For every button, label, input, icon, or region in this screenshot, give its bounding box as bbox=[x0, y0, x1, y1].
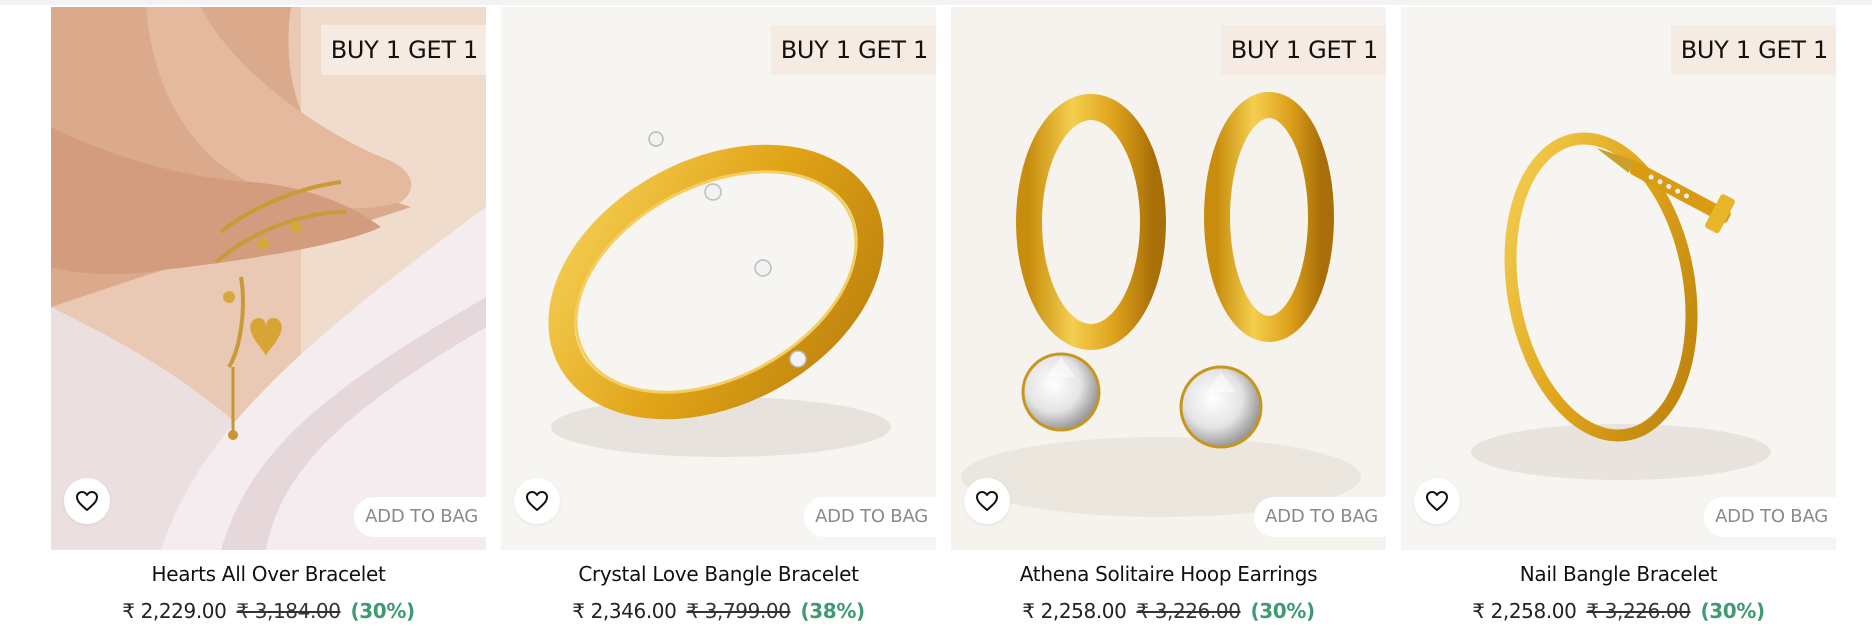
sale-price: ₹ 2,229.00 bbox=[122, 599, 227, 623]
product-image-hearts-bracelet[interactable]: BUY 1 GET 1 ADD TO BAG bbox=[51, 7, 486, 550]
discount-percent: (30%) bbox=[1700, 599, 1766, 623]
add-to-bag-button[interactable]: ADD TO BAG bbox=[1254, 497, 1386, 537]
discount-percent: (30%) bbox=[350, 599, 416, 623]
original-price: ₹ 3,226.00 bbox=[1586, 599, 1691, 623]
heart-outline-icon bbox=[976, 491, 998, 511]
product-grid: BUY 1 GET 1 ADD TO BAG Hearts All Over B… bbox=[51, 7, 1836, 623]
product-name[interactable]: Athena Solitaire Hoop Earrings bbox=[951, 562, 1386, 586]
price-row: ₹ 2,346.00 ₹ 3,799.00 (38%) bbox=[501, 599, 936, 623]
heart-outline-icon bbox=[76, 491, 98, 511]
product-photo bbox=[501, 7, 936, 550]
discount-percent: (30%) bbox=[1250, 599, 1316, 623]
product-card[interactable]: BUY 1 GET 1 ADD TO BAG Athena Solitaire … bbox=[951, 7, 1386, 623]
top-divider bbox=[0, 0, 1872, 5]
add-to-bag-button[interactable]: ADD TO BAG bbox=[1704, 497, 1836, 537]
product-card[interactable]: BUY 1 GET 1 ADD TO BAG Crystal Love Bang… bbox=[501, 7, 936, 623]
discount-percent: (38%) bbox=[800, 599, 866, 623]
wishlist-button[interactable] bbox=[64, 478, 110, 524]
buy-one-get-one-badge: BUY 1 GET 1 bbox=[1670, 25, 1836, 75]
buy-one-get-one-badge: BUY 1 GET 1 bbox=[320, 25, 486, 75]
add-to-bag-button[interactable]: ADD TO BAG bbox=[804, 497, 936, 537]
original-price: ₹ 3,184.00 bbox=[236, 599, 341, 623]
product-card[interactable]: BUY 1 GET 1 ADD TO BAG Nail Bangle Brace… bbox=[1401, 7, 1836, 623]
original-price: ₹ 3,226.00 bbox=[1136, 599, 1241, 623]
product-photo bbox=[51, 7, 486, 550]
product-photo bbox=[951, 7, 1386, 550]
add-to-bag-button[interactable]: ADD TO BAG bbox=[354, 497, 486, 537]
product-card[interactable]: BUY 1 GET 1 ADD TO BAG Hearts All Over B… bbox=[51, 7, 486, 623]
product-image-athena-earrings[interactable]: BUY 1 GET 1 ADD TO BAG bbox=[951, 7, 1386, 550]
product-photo bbox=[1401, 7, 1836, 550]
product-name[interactable]: Crystal Love Bangle Bracelet bbox=[501, 562, 936, 586]
wishlist-button[interactable] bbox=[1414, 478, 1460, 524]
heart-outline-icon bbox=[526, 491, 548, 511]
price-row: ₹ 2,229.00 ₹ 3,184.00 (30%) bbox=[51, 599, 486, 623]
price-row: ₹ 2,258.00 ₹ 3,226.00 (30%) bbox=[1401, 599, 1836, 623]
buy-one-get-one-badge: BUY 1 GET 1 bbox=[770, 25, 936, 75]
buy-one-get-one-badge: BUY 1 GET 1 bbox=[1220, 25, 1386, 75]
product-image-crystal-bangle[interactable]: BUY 1 GET 1 ADD TO BAG bbox=[501, 7, 936, 550]
product-name[interactable]: Hearts All Over Bracelet bbox=[51, 562, 486, 586]
original-price: ₹ 3,799.00 bbox=[686, 599, 791, 623]
price-row: ₹ 2,258.00 ₹ 3,226.00 (30%) bbox=[951, 599, 1386, 623]
wishlist-button[interactable] bbox=[964, 478, 1010, 524]
heart-outline-icon bbox=[1426, 491, 1448, 511]
wishlist-button[interactable] bbox=[514, 478, 560, 524]
product-name[interactable]: Nail Bangle Bracelet bbox=[1401, 562, 1836, 586]
sale-price: ₹ 2,258.00 bbox=[1472, 599, 1577, 623]
product-image-nail-bangle[interactable]: BUY 1 GET 1 ADD TO BAG bbox=[1401, 7, 1836, 550]
sale-price: ₹ 2,346.00 bbox=[572, 599, 677, 623]
sale-price: ₹ 2,258.00 bbox=[1022, 599, 1127, 623]
